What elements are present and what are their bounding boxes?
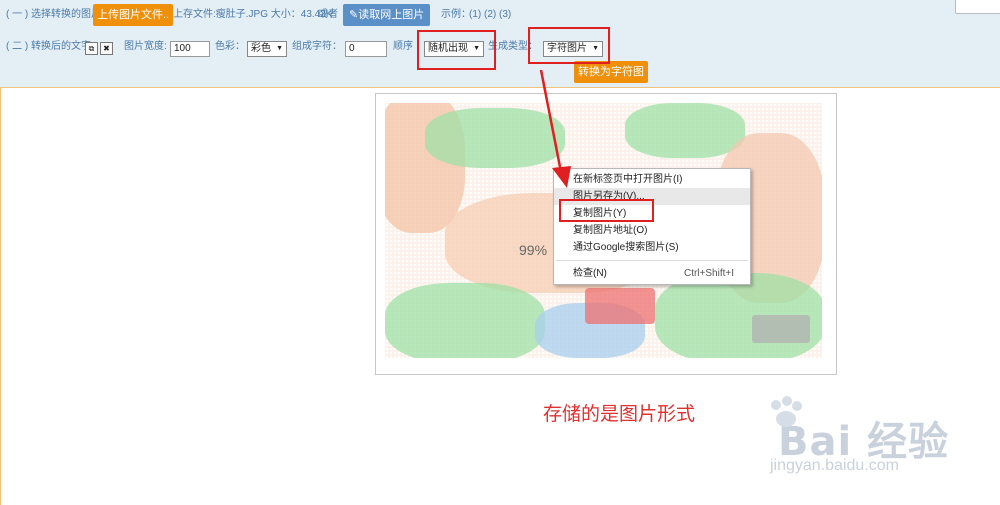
paw-icon [771,396,802,427]
watermark-url: jingyan.baidu.com [770,457,899,474]
annotation-caption: 存储的是图片形式 [543,403,696,425]
baidu-jingyan-watermark: Bai 经验 jingyan.baidu.com [770,396,949,474]
